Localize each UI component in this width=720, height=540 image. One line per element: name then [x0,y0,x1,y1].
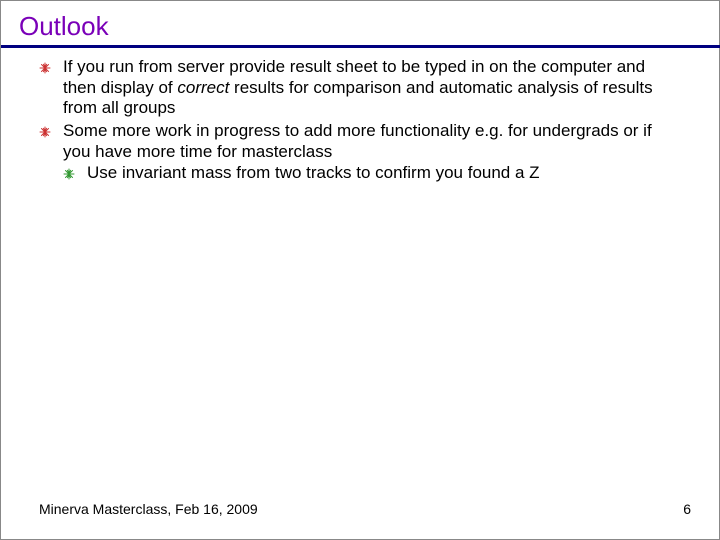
slide-title: Outlook [19,11,109,42]
content-area: If you run from server provide result sh… [39,57,681,185]
title-underline [1,45,720,48]
text-emphasis: correct [177,78,229,97]
bullet-text: If you run from server provide result sh… [63,57,653,117]
footer-left: Minerva Masterclass, Feb 16, 2009 [39,501,258,517]
slide: Outlook If you run from server provide r… [0,0,720,540]
burst-icon [39,126,51,138]
bullet-text: Some more work in progress to add more f… [63,121,652,161]
bullet-text: Use invariant mass from two tracks to co… [87,163,540,182]
list-item: Some more work in progress to add more f… [39,121,681,183]
burst-icon [63,168,75,180]
list-item: Use invariant mass from two tracks to co… [63,163,681,184]
list-item: If you run from server provide result sh… [39,57,681,119]
page-number: 6 [683,501,691,517]
burst-icon [39,62,51,74]
